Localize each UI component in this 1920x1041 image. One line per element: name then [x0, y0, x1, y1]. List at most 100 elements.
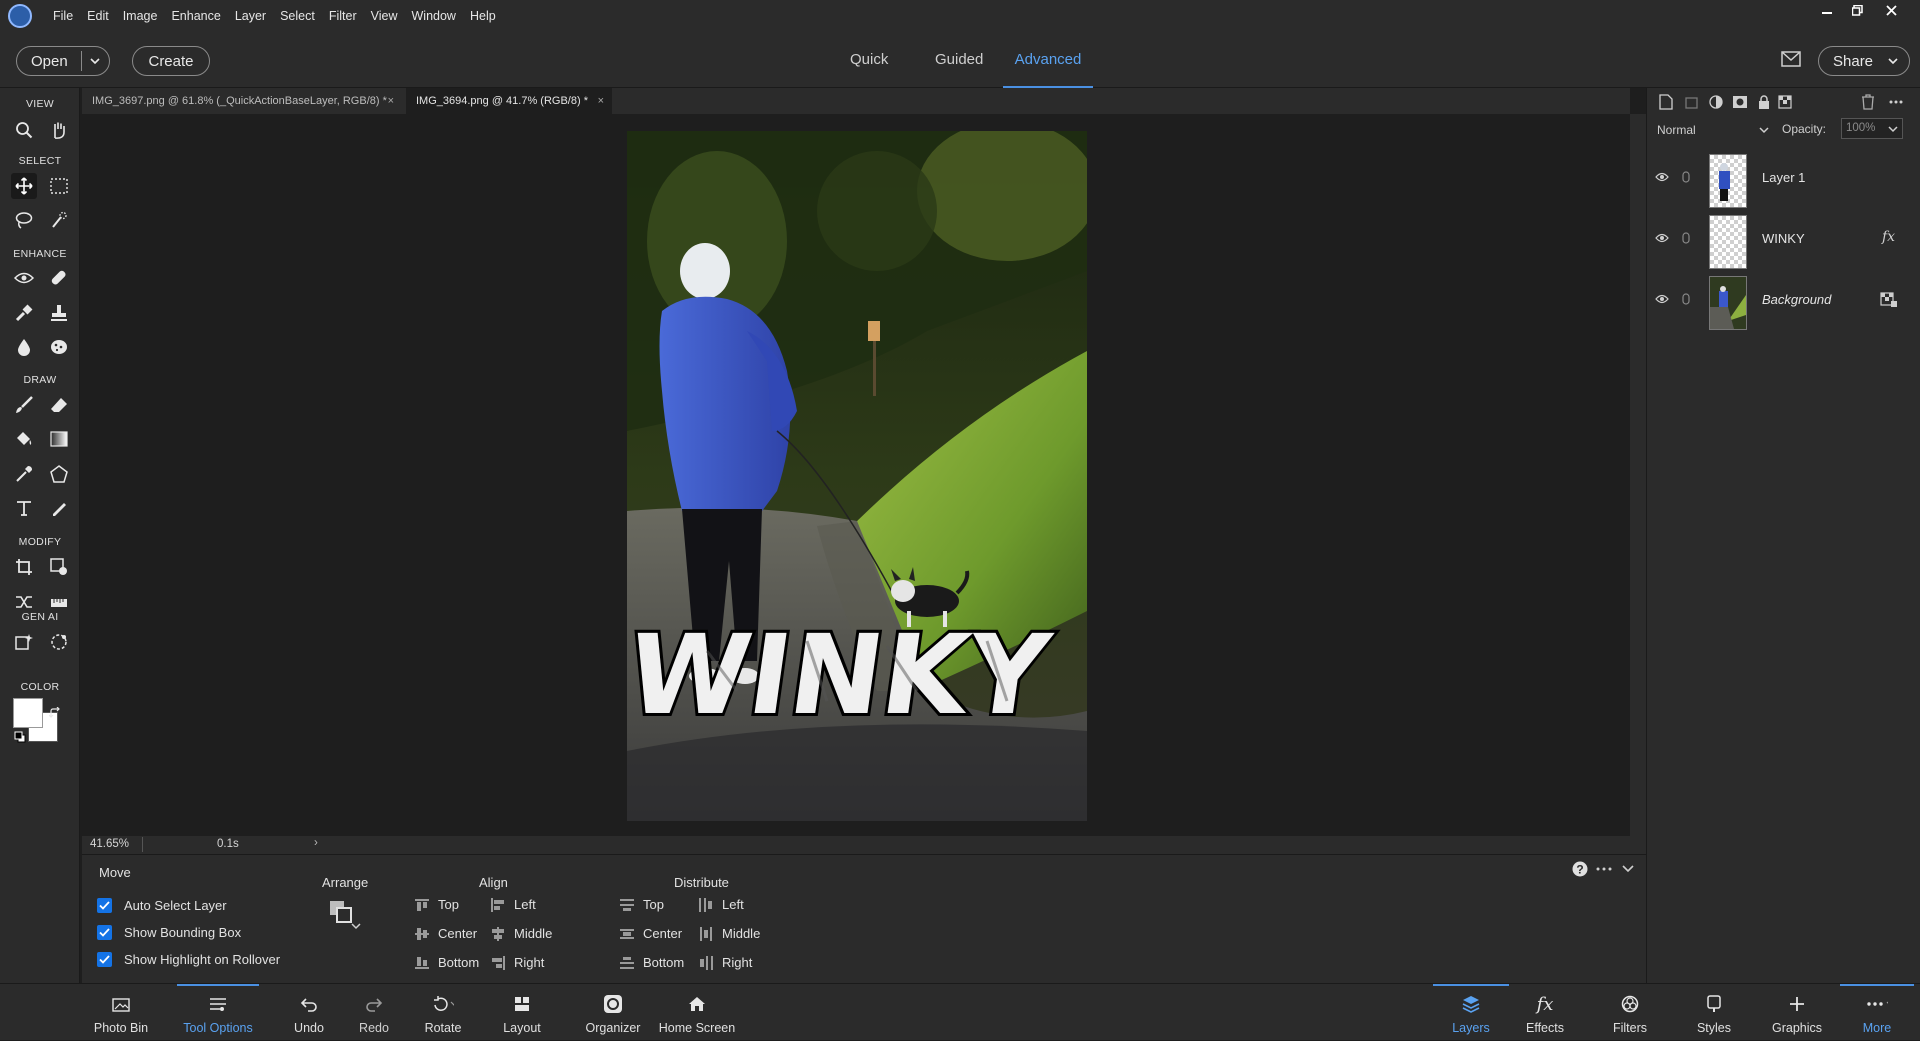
paint-bucket-tool-icon[interactable] — [11, 426, 37, 452]
recompose-tool-icon[interactable] — [46, 554, 72, 580]
blur-tool-icon[interactable] — [11, 334, 37, 360]
menu-enhance[interactable]: Enhance — [164, 9, 227, 23]
menu-layer[interactable]: Layer — [228, 9, 273, 23]
default-colors-icon[interactable] — [14, 731, 26, 743]
menu-select[interactable]: Select — [273, 9, 322, 23]
layers-button[interactable]: Layers — [1433, 984, 1509, 1041]
show-highlight-checkbox[interactable] — [97, 952, 112, 967]
background-lock-icon[interactable] — [1880, 292, 1898, 308]
visibility-eye-icon[interactable] — [1655, 172, 1669, 182]
more-button[interactable]: More — [1840, 984, 1914, 1041]
crop-tool-icon[interactable] — [11, 554, 37, 580]
generative-fill-icon[interactable] — [11, 629, 37, 655]
distribute-bottom-button[interactable]: Bottom — [619, 955, 684, 970]
custom-shape-tool-icon[interactable] — [46, 461, 72, 487]
menu-image[interactable]: Image — [116, 9, 165, 23]
filters-button[interactable]: Filters — [1600, 984, 1660, 1041]
help-icon[interactable]: ? — [1572, 861, 1588, 877]
tab-quick[interactable]: Quick — [850, 32, 888, 88]
tool-options-button[interactable]: Tool Options — [177, 984, 259, 1041]
eraser-tool-icon[interactable] — [46, 392, 72, 418]
move-tool-icon[interactable] — [11, 173, 37, 199]
clone-stamp-tool-icon[interactable] — [46, 300, 72, 326]
vertical-scrollbar[interactable] — [1630, 114, 1646, 836]
menu-help[interactable]: Help — [463, 9, 503, 23]
tab-guided[interactable]: Guided — [935, 32, 983, 88]
type-tool-icon[interactable] — [11, 495, 37, 521]
align-bottom-button[interactable]: Bottom — [414, 955, 479, 970]
styles-button[interactable]: Styles — [1684, 984, 1744, 1041]
distribute-right-button[interactable]: Right — [698, 955, 752, 970]
align-middle-button[interactable]: Middle — [490, 926, 552, 941]
create-button[interactable]: Create — [132, 46, 210, 76]
layer-name[interactable]: Background — [1762, 292, 1831, 307]
document-tab-img3697[interactable]: IMG_3697.png @ 61.8% (_QuickActionBaseLa… — [82, 88, 402, 114]
redo-button[interactable]: Redo — [348, 984, 400, 1041]
open-button[interactable]: Open — [16, 46, 110, 76]
photo-bin-button[interactable]: Photo Bin — [86, 984, 156, 1041]
pencil-tool-icon[interactable] — [46, 495, 72, 521]
menu-file[interactable]: File — [46, 9, 80, 23]
menu-edit[interactable]: Edit — [80, 9, 116, 23]
mail-icon[interactable] — [1781, 51, 1801, 67]
menu-filter[interactable]: Filter — [322, 9, 364, 23]
foreground-color-swatch[interactable] — [13, 698, 43, 728]
layer-row-winky[interactable]: WINKY fx — [1647, 209, 1920, 271]
close-window-icon[interactable] — [1876, 0, 1906, 20]
undo-button[interactable]: Undo — [283, 984, 335, 1041]
spot-healing-tool-icon[interactable] — [46, 265, 72, 291]
options-more-icon[interactable] — [1596, 867, 1612, 871]
new-group-icon[interactable] — [1683, 93, 1701, 111]
layer-row-background[interactable]: Background — [1647, 270, 1920, 332]
more-options-icon[interactable] — [1887, 93, 1905, 111]
menu-window[interactable]: Window — [405, 9, 463, 23]
tab-advanced[interactable]: Advanced — [1003, 32, 1093, 88]
arrange-icon[interactable] — [328, 899, 362, 931]
document-tab-img3694[interactable]: IMG_3694.png @ 41.7% (RGB/8) * × — [406, 88, 612, 114]
rotate-button[interactable]: Rotate — [414, 984, 472, 1041]
red-eye-tool-icon[interactable] — [11, 265, 37, 291]
link-icon[interactable] — [1682, 293, 1690, 305]
distribute-left-button[interactable]: Left — [698, 897, 744, 912]
distribute-middle-button[interactable]: Middle — [698, 926, 760, 941]
quick-selection-tool-icon[interactable] — [46, 207, 72, 233]
close-tab-icon[interactable]: × — [598, 88, 604, 114]
auto-select-layer-checkbox[interactable] — [97, 898, 112, 913]
show-bounding-box-checkbox[interactable] — [97, 925, 112, 940]
canvas-area[interactable]: WINKY — [82, 114, 1630, 836]
organizer-button[interactable]: Organizer — [578, 984, 648, 1041]
lock-icon[interactable] — [1755, 93, 1773, 111]
generative-remove-icon[interactable] — [46, 629, 72, 655]
home-screen-button[interactable]: Home Screen — [654, 984, 740, 1041]
eyedropper-tool-icon[interactable] — [11, 461, 37, 487]
minimize-icon[interactable] — [1812, 0, 1842, 20]
layer-row-layer1[interactable]: Layer 1 — [1647, 148, 1920, 210]
status-arrow-icon[interactable]: › — [314, 837, 318, 849]
adjustment-layer-icon[interactable] — [1707, 93, 1725, 111]
visibility-eye-icon[interactable] — [1655, 233, 1669, 243]
layout-button[interactable]: Layout — [494, 984, 550, 1041]
brush-tool-icon[interactable] — [11, 392, 37, 418]
document-image[interactable]: WINKY — [627, 131, 1087, 821]
zoom-tool-icon[interactable] — [11, 117, 37, 143]
swap-colors-icon[interactable] — [49, 707, 61, 719]
close-tab-icon[interactable]: × — [388, 88, 394, 114]
gradient-tool-icon[interactable] — [46, 426, 72, 452]
blend-mode-select[interactable]: Normal — [1657, 120, 1773, 140]
lock-transparency-icon[interactable] — [1777, 93, 1795, 111]
graphics-button[interactable]: Graphics — [1764, 984, 1830, 1041]
chevron-down-icon[interactable] — [89, 56, 101, 66]
hand-tool-icon[interactable] — [46, 117, 72, 143]
align-right-button[interactable]: Right — [490, 955, 544, 970]
link-icon[interactable] — [1682, 171, 1690, 183]
align-top-button[interactable]: Top — [414, 897, 459, 912]
distribute-top-button[interactable]: Top — [619, 897, 664, 912]
trash-icon[interactable] — [1859, 93, 1877, 111]
effects-button[interactable]: fx Effects — [1515, 984, 1575, 1041]
share-button[interactable]: Share — [1818, 46, 1910, 76]
visibility-eye-icon[interactable] — [1655, 294, 1669, 304]
distribute-center-button[interactable]: Center — [619, 926, 682, 941]
layer-mask-icon[interactable] — [1731, 93, 1749, 111]
opacity-field[interactable]: 100% — [1841, 118, 1903, 139]
smart-brush-tool-icon[interactable] — [11, 300, 37, 326]
